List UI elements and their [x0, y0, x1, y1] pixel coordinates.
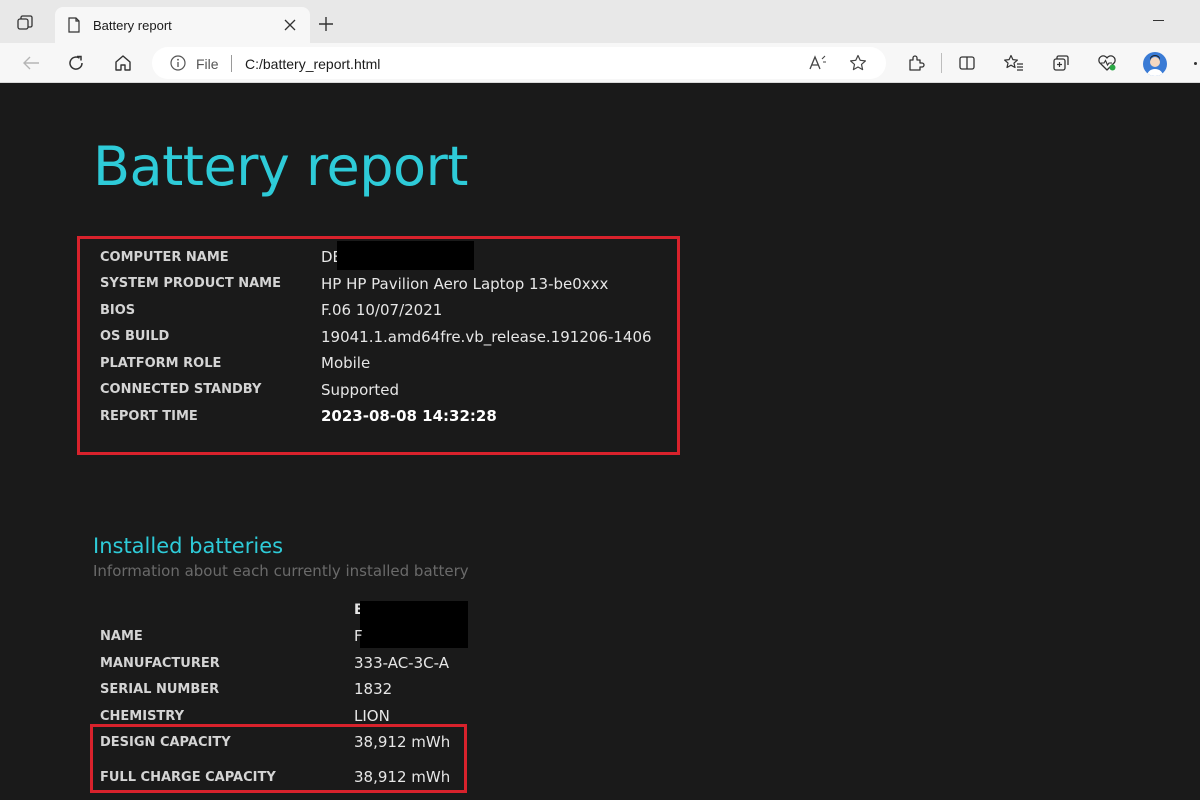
extensions-icon[interactable] — [905, 52, 927, 74]
bios-value: F.06 10/07/2021 — [321, 301, 443, 319]
platform-role-label: PLATFORM ROLE — [100, 356, 222, 371]
split-screen-icon[interactable] — [956, 52, 978, 74]
manufacturer-label: MANUFACTURER — [100, 656, 220, 671]
back-icon[interactable] — [20, 52, 42, 74]
bios-label: BIOS — [100, 303, 136, 318]
full-charge-capacity-label: FULL CHARGE CAPACITY — [100, 770, 276, 785]
report-time-label: REPORT TIME — [100, 409, 198, 424]
address-url[interactable]: C:/battery_report.html — [245, 56, 380, 72]
home-icon[interactable] — [112, 52, 134, 74]
info-icon[interactable] — [170, 55, 186, 76]
serial-number-value: 1832 — [354, 680, 393, 698]
os-build-value: 19041.1.amd64fre.vb_release.191206-1406 — [321, 328, 652, 346]
browser-essentials-icon[interactable] — [1096, 52, 1118, 74]
tab-title: Battery report — [93, 18, 172, 33]
read-aloud-icon[interactable] — [808, 54, 828, 77]
favorite-star-icon[interactable] — [849, 54, 867, 77]
favorites-icon[interactable] — [1003, 52, 1025, 74]
minimize-icon[interactable] — [1150, 20, 1166, 22]
design-capacity-label: DESIGN CAPACITY — [100, 735, 231, 750]
system-product-name-label: SYSTEM PRODUCT NAME — [100, 276, 281, 291]
serial-number-label: SERIAL NUMBER — [100, 682, 220, 697]
more-icon[interactable] — [1194, 62, 1197, 65]
computer-name-label: COMPUTER NAME — [100, 250, 229, 265]
redaction-bar — [337, 241, 474, 270]
tab-strip: Battery report — [0, 0, 1200, 43]
toolbar-divider — [941, 53, 942, 73]
browser-toolbar: File C:/battery_report.html — [0, 43, 1200, 83]
report-time-value: 2023-08-08 14:32:28 — [321, 407, 497, 425]
installed-batteries-subtitle: Information about each currently install… — [93, 562, 469, 580]
refresh-icon[interactable] — [65, 52, 87, 74]
page-icon — [67, 17, 81, 38]
battery-name-value: F — [354, 627, 363, 645]
platform-role-value: Mobile — [321, 354, 371, 372]
connected-standby-label: CONNECTED STANDBY — [100, 382, 262, 397]
address-scheme: File — [196, 56, 219, 72]
new-tab-icon[interactable] — [316, 14, 336, 34]
redaction-bar — [360, 601, 468, 648]
os-build-label: OS BUILD — [100, 329, 170, 344]
collections-icon[interactable] — [1050, 52, 1072, 74]
close-icon[interactable] — [281, 16, 299, 34]
full-charge-capacity-value: 38,912 mWh — [354, 768, 451, 786]
installed-batteries-heading: Installed batteries — [93, 534, 284, 558]
design-capacity-value: 38,912 mWh — [354, 733, 451, 751]
chemistry-value: LION — [354, 707, 390, 725]
manufacturer-value: 333-AC-3C-A — [354, 654, 449, 672]
page-title: Battery report — [93, 135, 468, 198]
address-bar[interactable]: File C:/battery_report.html — [152, 47, 886, 79]
profile-avatar[interactable] — [1143, 52, 1167, 76]
report-page: Battery report COMPUTER NAME DE SYSTEM P… — [0, 84, 1200, 800]
battery-name-label: NAME — [100, 629, 143, 644]
workspaces-icon[interactable] — [14, 13, 36, 33]
chemistry-label: CHEMISTRY — [100, 709, 185, 724]
tab-battery-report[interactable]: Battery report — [55, 7, 310, 43]
system-product-name-value: HP HP Pavilion Aero Laptop 13-be0xxx — [321, 275, 609, 293]
connected-standby-value: Supported — [321, 381, 400, 399]
address-separator — [231, 55, 232, 72]
